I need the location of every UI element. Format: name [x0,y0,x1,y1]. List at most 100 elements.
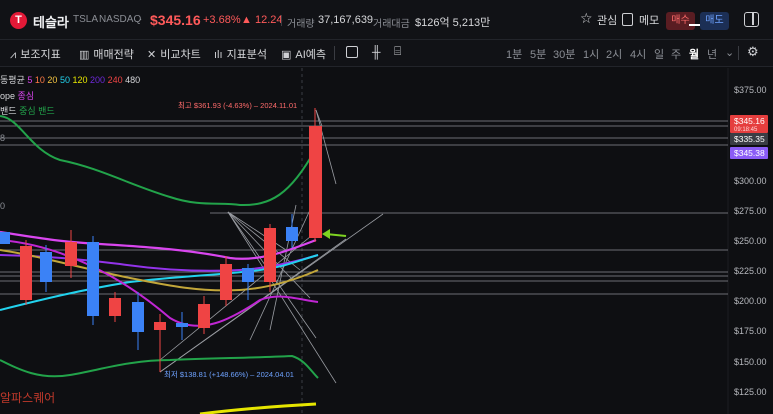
external-link-icon[interactable]: · [139,14,142,25]
edge-mark: 0 [0,201,5,211]
price-tick: $150.00 [734,357,767,367]
toolbar-indicator-label: 보조지표 [20,49,61,61]
candle-up [154,322,166,330]
ma-legend-240: 240 [107,75,123,85]
indicator-icon: ⩘ [10,49,17,61]
toolbar-ai-button[interactable]: ▣ AI예측 [281,46,326,62]
ma-legend-50: 50 [59,75,70,85]
envelope-legend-value: 종심 [17,91,35,101]
green-arrow-icon [322,229,347,239]
period-day[interactable]: 일 [654,46,664,62]
low-annotation: 최저 $138.81 (+148.66%) – 2024.04.01 [164,369,294,379]
period-5min[interactable]: 5분 [530,46,546,62]
square-tool-icon[interactable] [346,46,358,58]
period-30min[interactable]: 30분 [553,46,575,62]
current-price: $345.16 [150,12,201,28]
candle-up [65,242,77,266]
amount-value: $126억 5,213만 [415,17,491,29]
amount-label: 거래대금 [373,19,410,30]
ma-legend-200: 200 [90,75,106,85]
star-icon[interactable]: ☆ [580,10,593,27]
candle-down [0,232,10,244]
envelope-legend-label: ope [0,91,16,101]
period-month[interactable]: 월 [689,46,699,62]
panel-toggle-icon[interactable] [744,12,759,27]
toolbar-divider [334,46,335,60]
period-4h[interactable]: 4시 [630,46,646,62]
toolbar-divider [738,46,739,60]
sell-button[interactable]: 매도 [700,12,729,30]
change-absolute: ▲ 12.24 [241,14,282,26]
memo-button[interactable]: 메모 [639,12,659,28]
candle-up [220,264,232,300]
stock-header: T 테슬라 TSLA NASDAQ · $345.16 +3.68% ▲ 12.… [0,0,773,40]
stock-exchange: NASDAQ [99,14,142,25]
toolbar-compare-label: 비교차트 [160,49,201,61]
envelope-legend: ope 종심 [0,89,34,102]
ai-icon: ▣ [281,49,292,61]
price-tick: $375.00 [734,85,767,95]
candle-up [198,304,210,328]
ma-price-tag-label: $345.38 [734,148,765,158]
candle-down [242,268,254,282]
period-week[interactable]: 주 [671,46,681,62]
camera-icon[interactable]: ⌸ [394,44,401,59]
price-chart[interactable]: 최고 $361.93 (-4.63%) – 2024.11.01 최저 $138… [0,68,773,414]
price-tick: $125.00 [734,387,767,397]
tesla-logo: T [10,12,27,29]
current-price-tag-time: 09:18:45 [734,127,758,133]
candle-up [109,298,121,316]
candle-down [176,323,188,327]
candle-down [87,242,99,316]
edge-mark: 8 [0,133,5,143]
chevron-down-icon[interactable]: ⌄ [725,46,734,59]
candle-down [132,302,144,332]
change-percent: +3.68% [203,14,241,26]
volume-label: 거래량 [287,19,315,30]
compare-icon: ✕ [147,49,157,61]
price-tick: $300.00 [734,176,767,186]
candle-current [309,126,322,238]
volume-value: 37,167,639 [318,14,374,26]
price-tick: $275.00 [734,206,767,216]
ma-legend-10: 10 [34,75,45,85]
high-annotation: 최고 $361.93 (-4.63%) – 2024.11.01 [178,100,297,110]
toolbar-analysis-button[interactable]: ılı 지표분석 [214,46,267,62]
watermark: 알파스퀘어 [0,391,56,405]
bollinger-upper-line [0,115,316,207]
candle-up [20,246,32,300]
toolbar-analysis-label: 지표분석 [226,49,268,61]
period-2h[interactable]: 2시 [606,46,622,62]
toolbar-indicator-button[interactable]: ⩘ 보조지표 [10,46,61,62]
gear-icon[interactable]: ⚙ [747,44,759,60]
active-period-underline [689,24,700,26]
price-tick: $175.00 [734,326,767,336]
period-year[interactable]: 년 [707,46,717,62]
strategy-icon: ▥ [79,49,90,61]
toolbar-ai-label: AI예측 [295,49,327,61]
ma-legend: 동평균 5 10 20 50 120 200 240 480 [0,73,140,86]
candle-type-icon[interactable]: ╫ [372,45,381,59]
buy-button[interactable]: 매수 [666,12,695,30]
toolbar-compare-button[interactable]: ✕ 비교차트 [147,46,201,62]
divider [281,15,282,26]
band-legend-value: 중심 밴드 [19,106,55,116]
current-price-tag-label: $345.16 [734,116,765,126]
price-tick: $200.00 [734,296,767,306]
ma-legend-120: 120 [72,75,88,85]
band-legend-label: 밴드 [0,106,17,116]
period-1min[interactable]: 1분 [506,46,522,62]
candle-up [264,228,276,282]
ma-legend-5: 5 [27,75,33,85]
toolbar-strategy-button[interactable]: ▥ 매매전략 [79,46,134,62]
candle-down [40,252,52,282]
toolbar-strategy-label: 매매전략 [93,49,134,61]
ma-yellow-line [199,402,317,414]
period-1h[interactable]: 1시 [583,46,599,62]
candle-down [286,227,298,241]
price-tick: $225.00 [734,266,767,276]
memo-icon[interactable] [622,13,633,26]
ma-legend-20: 20 [47,75,58,85]
watch-button[interactable]: 관심 [597,12,617,28]
ma-legend-480: 480 [125,75,141,85]
